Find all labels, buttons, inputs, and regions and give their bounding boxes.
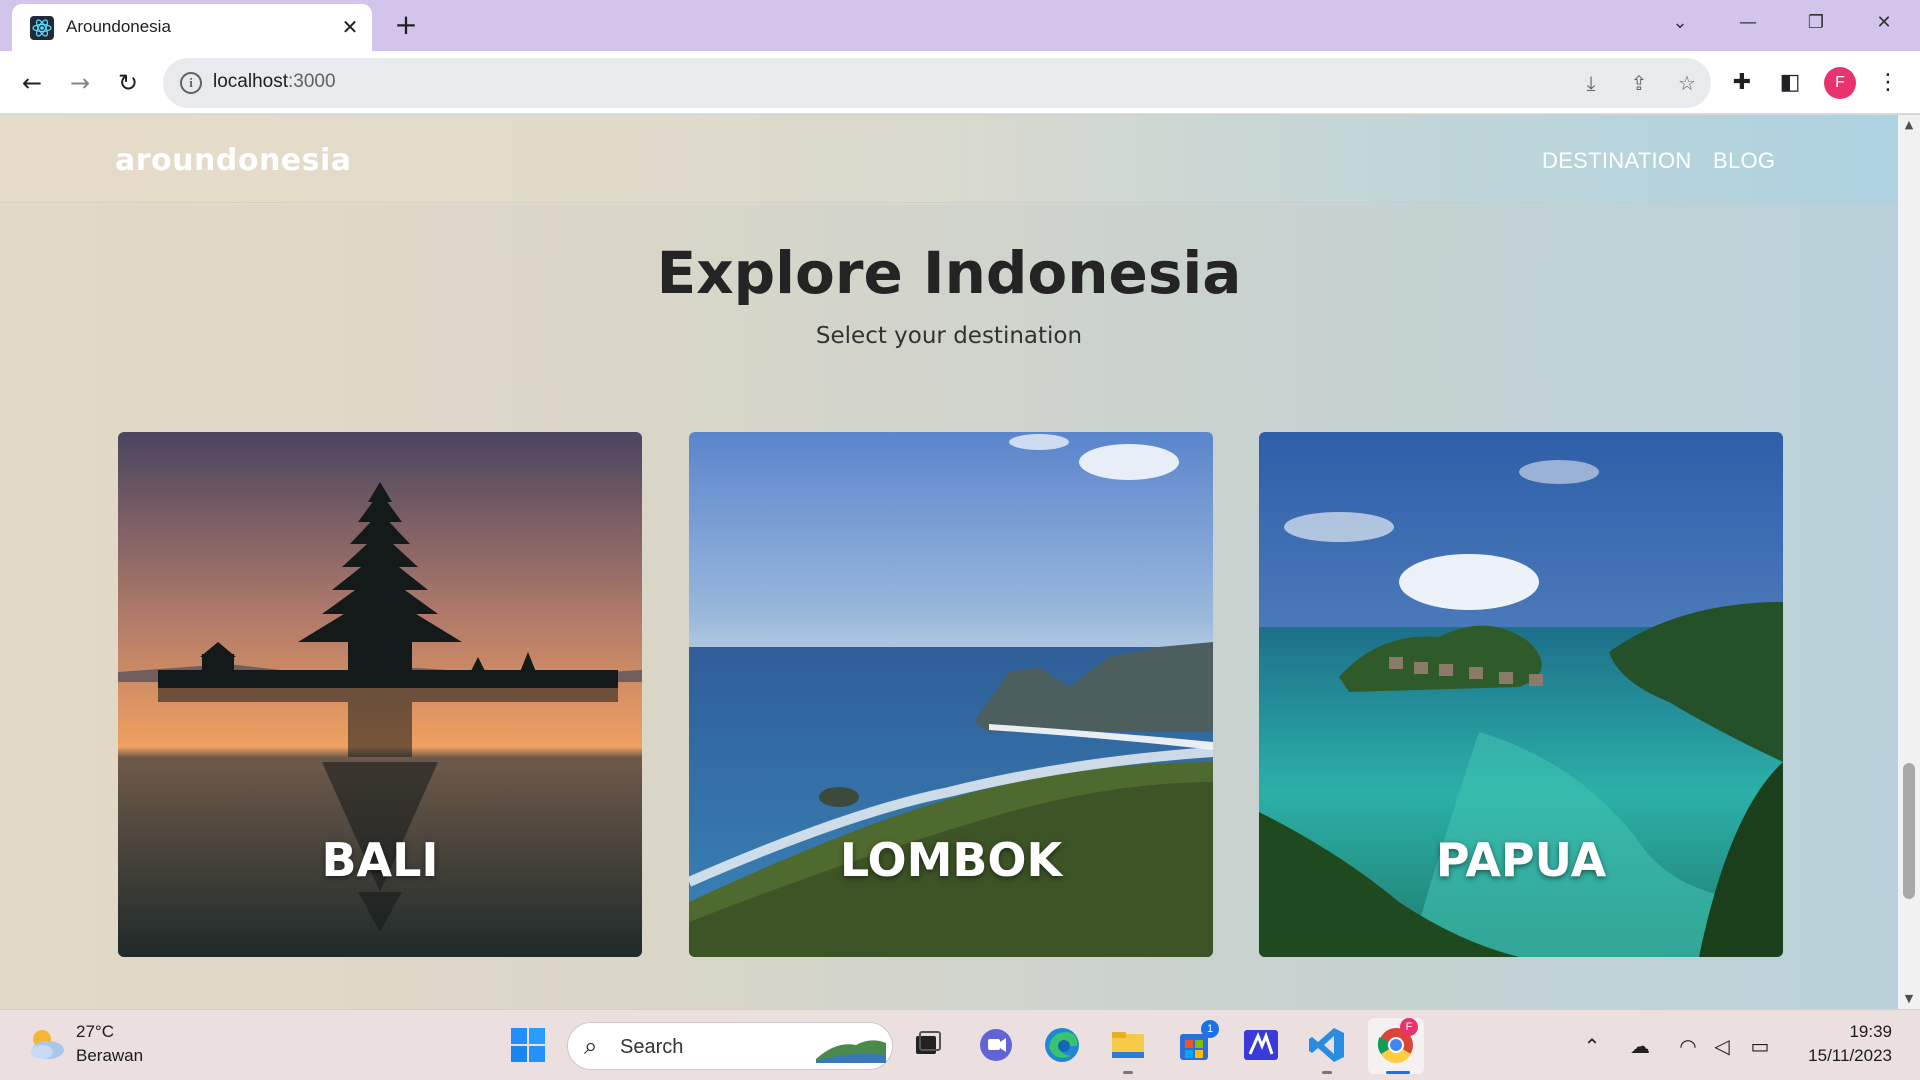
destination-label-lombok: LOMBOK — [839, 833, 1063, 887]
new-tab-icon[interactable]: + — [392, 11, 420, 40]
close-window-icon[interactable]: ✕ — [1864, 8, 1904, 38]
site-header: aroundonesia DESTINATION BLOG — [0, 115, 1898, 203]
scrollbar-thumb[interactable] — [1903, 763, 1915, 899]
browser-tab-strip: Aroundonesia ✕ + ⌄ — ❐ ✕ — [0, 0, 1920, 51]
onedrive-cloud-icon[interactable]: ☁ — [1626, 1032, 1654, 1060]
share-icon[interactable]: ⇪ — [1625, 69, 1653, 97]
menu-kebab-icon[interactable]: ⋮ — [1872, 67, 1904, 99]
profile-avatar[interactable]: F — [1824, 67, 1856, 99]
reload-icon[interactable]: ↻ — [112, 67, 144, 99]
weather-description[interactable]: Berawan — [76, 1046, 143, 1066]
extensions-puzzle-icon[interactable]: ✚ — [1726, 67, 1758, 99]
volume-icon[interactable]: ◁ — [1708, 1032, 1736, 1060]
file-explorer-running-indicator — [1123, 1071, 1133, 1074]
windows-taskbar: 27°C Berawan ⌕ Search 1 F ⌃ ☁ ◠ ◁ ▭ 19:3… — [0, 1009, 1920, 1080]
file-explorer-icon[interactable] — [1107, 1024, 1149, 1066]
task-view-icon[interactable] — [906, 1024, 948, 1066]
react-favicon-icon — [30, 16, 54, 40]
nav-link-blog[interactable]: BLOG — [1713, 148, 1775, 174]
weather-temperature[interactable]: 27°C — [76, 1022, 114, 1042]
dev-app-icon[interactable] — [1240, 1024, 1282, 1066]
tab-close-icon[interactable]: ✕ — [338, 15, 362, 39]
search-icon: ⌕ — [584, 1032, 598, 1060]
minimize-icon[interactable]: — — [1728, 8, 1768, 38]
scroll-down-arrow-icon[interactable]: ▼ — [1898, 989, 1920, 1009]
scroll-up-arrow-icon[interactable]: ▲ — [1898, 115, 1920, 135]
site-logo[interactable]: aroundonesia — [115, 143, 352, 178]
page-scrollbar[interactable]: ▲ ▼ — [1898, 115, 1920, 1009]
clock-time[interactable]: 19:39 — [1849, 1022, 1892, 1042]
show-hidden-icons-chevron-icon[interactable]: ⌃ — [1578, 1032, 1606, 1060]
bookmark-star-icon[interactable]: ☆ — [1673, 69, 1701, 97]
weather-cloudy-icon[interactable] — [26, 1026, 66, 1062]
site-info-icon[interactable]: i — [180, 72, 202, 94]
store-notification-badge: 1 — [1201, 1020, 1219, 1038]
destination-card-lombok[interactable]: LOMBOK — [689, 432, 1213, 957]
tab-search-chevron-icon[interactable]: ⌄ — [1660, 8, 1700, 38]
destination-card-bali[interactable]: BALI — [118, 432, 642, 957]
page-subtitle: Select your destination — [815, 323, 1083, 349]
page-title: Explore Indonesia — [656, 239, 1242, 307]
teams-chat-icon[interactable] — [975, 1024, 1017, 1066]
browser-tab-active[interactable]: Aroundonesia ✕ — [12, 4, 372, 51]
windows-start-icon[interactable] — [507, 1024, 549, 1066]
destination-card-papua[interactable]: PAPUA — [1259, 432, 1783, 957]
page-viewport: aroundonesia DESTINATION BLOG Explore In… — [0, 115, 1898, 1009]
url-text[interactable]: localhost:3000 — [213, 71, 336, 93]
tab-title: Aroundonesia — [66, 17, 171, 36]
nav-link-destination[interactable]: DESTINATION — [1542, 148, 1692, 174]
search-highlight-image — [816, 1040, 886, 1063]
restore-icon[interactable]: ❐ — [1796, 8, 1836, 38]
back-arrow-icon[interactable]: ← — [16, 67, 48, 99]
edge-browser-icon[interactable] — [1041, 1024, 1083, 1066]
search-label: Search — [620, 1036, 684, 1058]
vscode-icon[interactable] — [1306, 1024, 1348, 1066]
chrome-profile-badge: F — [1400, 1018, 1418, 1036]
browser-toolbar: ← → ↻ i localhost:3000 ⤓ ⇪ ☆ ✚ ◧ F ⋮ — [0, 51, 1920, 114]
destination-label-bali: BALI — [321, 833, 439, 887]
destination-label-papua: PAPUA — [1435, 833, 1607, 887]
forward-arrow-icon[interactable]: → — [64, 67, 96, 99]
battery-icon[interactable]: ▭ — [1746, 1032, 1774, 1060]
clock-date[interactable]: 15/11/2023 — [1808, 1046, 1892, 1066]
taskbar-search-box[interactable]: ⌕ Search — [567, 1022, 893, 1070]
address-bar[interactable]: i localhost:3000 ⤓ ⇪ ☆ — [163, 58, 1711, 108]
side-panel-icon[interactable]: ◧ — [1774, 67, 1806, 99]
chrome-active-indicator — [1386, 1071, 1410, 1074]
install-app-icon[interactable]: ⤓ — [1577, 69, 1605, 97]
wifi-icon[interactable]: ◠ — [1674, 1032, 1702, 1060]
vscode-running-indicator — [1322, 1071, 1332, 1074]
